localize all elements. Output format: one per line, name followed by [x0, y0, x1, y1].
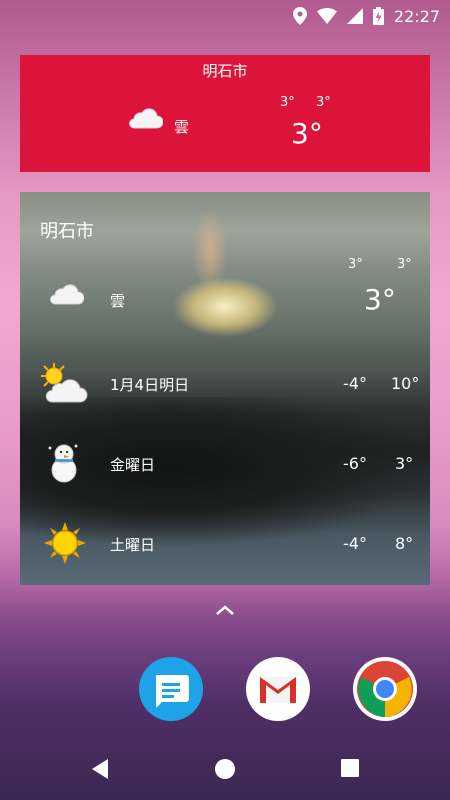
widget-temp-low: 3° [316, 95, 331, 110]
sun-icon [44, 522, 86, 568]
forecast-label: 金曜日 [110, 456, 156, 474]
forecast-high: 3° [395, 454, 414, 473]
status-bar: 22:27 [0, 0, 450, 32]
weather-widget-small[interactable]: 明石市 雲 3° 3° 3° [20, 55, 430, 172]
widget-city: 明石市 [202, 62, 248, 80]
battery-charging-icon [372, 7, 384, 25]
messages-app-icon[interactable] [139, 657, 203, 721]
current-temp-low: 3° [397, 257, 412, 272]
forecast-row: 1月4日明日 -4° 10° [20, 363, 430, 423]
chevron-up-icon[interactable] [214, 602, 236, 621]
forecast-label: 1月4日明日 [110, 376, 190, 394]
current-temp: 3° [364, 283, 396, 316]
forecast-high: 10° [391, 374, 420, 393]
cloud-icon [46, 283, 85, 309]
recents-button[interactable] [340, 758, 360, 782]
widget-temp-high: 3° [280, 95, 295, 110]
cloud-icon [125, 107, 164, 133]
back-button[interactable] [90, 758, 110, 784]
current-temp-high: 3° [348, 257, 363, 272]
forecast-low: -6° [343, 454, 367, 473]
sun-cloud-icon [40, 362, 88, 408]
forecast-row: 金曜日 -6° 3° [20, 443, 430, 503]
location-icon [292, 7, 307, 25]
weather-widget-large[interactable]: 明石市 雲 3° 3° 3° 1月4日明日 -4° 10° 金曜日 -6° 3°… [20, 192, 430, 585]
chrome-app-icon[interactable] [353, 657, 417, 721]
forecast-high: 8° [395, 534, 414, 553]
widget-city: 明石市 [40, 221, 94, 242]
home-button[interactable] [214, 758, 236, 784]
current-weather-row: 雲 3° 3° 3° [20, 257, 430, 345]
snowman-icon [42, 441, 86, 487]
gmail-app-icon[interactable] [246, 657, 310, 721]
current-condition: 雲 [110, 292, 126, 310]
forecast-low: -4° [343, 374, 367, 393]
widget-temp-current: 3° [291, 117, 323, 150]
clock: 22:27 [393, 6, 440, 26]
forecast-low: -4° [343, 534, 367, 553]
signal-icon [346, 8, 363, 24]
widget-condition: 雲 [174, 118, 190, 136]
forecast-row: 土曜日 -4° 8° [20, 522, 430, 583]
wifi-icon [316, 8, 337, 24]
forecast-label: 土曜日 [110, 536, 156, 554]
